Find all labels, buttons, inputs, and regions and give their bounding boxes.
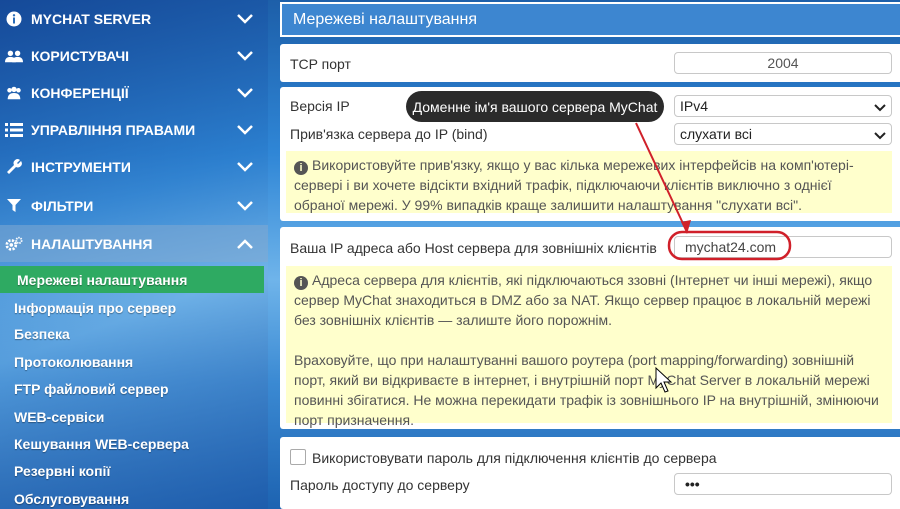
tooltip: Доменне ім'я вашого сервера MyChat [406,91,664,122]
annotation-arrow [635,122,688,233]
annotation-overlay [635,122,792,393]
host-highlight-ellipse [667,230,792,261]
mouse-cursor-icon [655,366,673,393]
